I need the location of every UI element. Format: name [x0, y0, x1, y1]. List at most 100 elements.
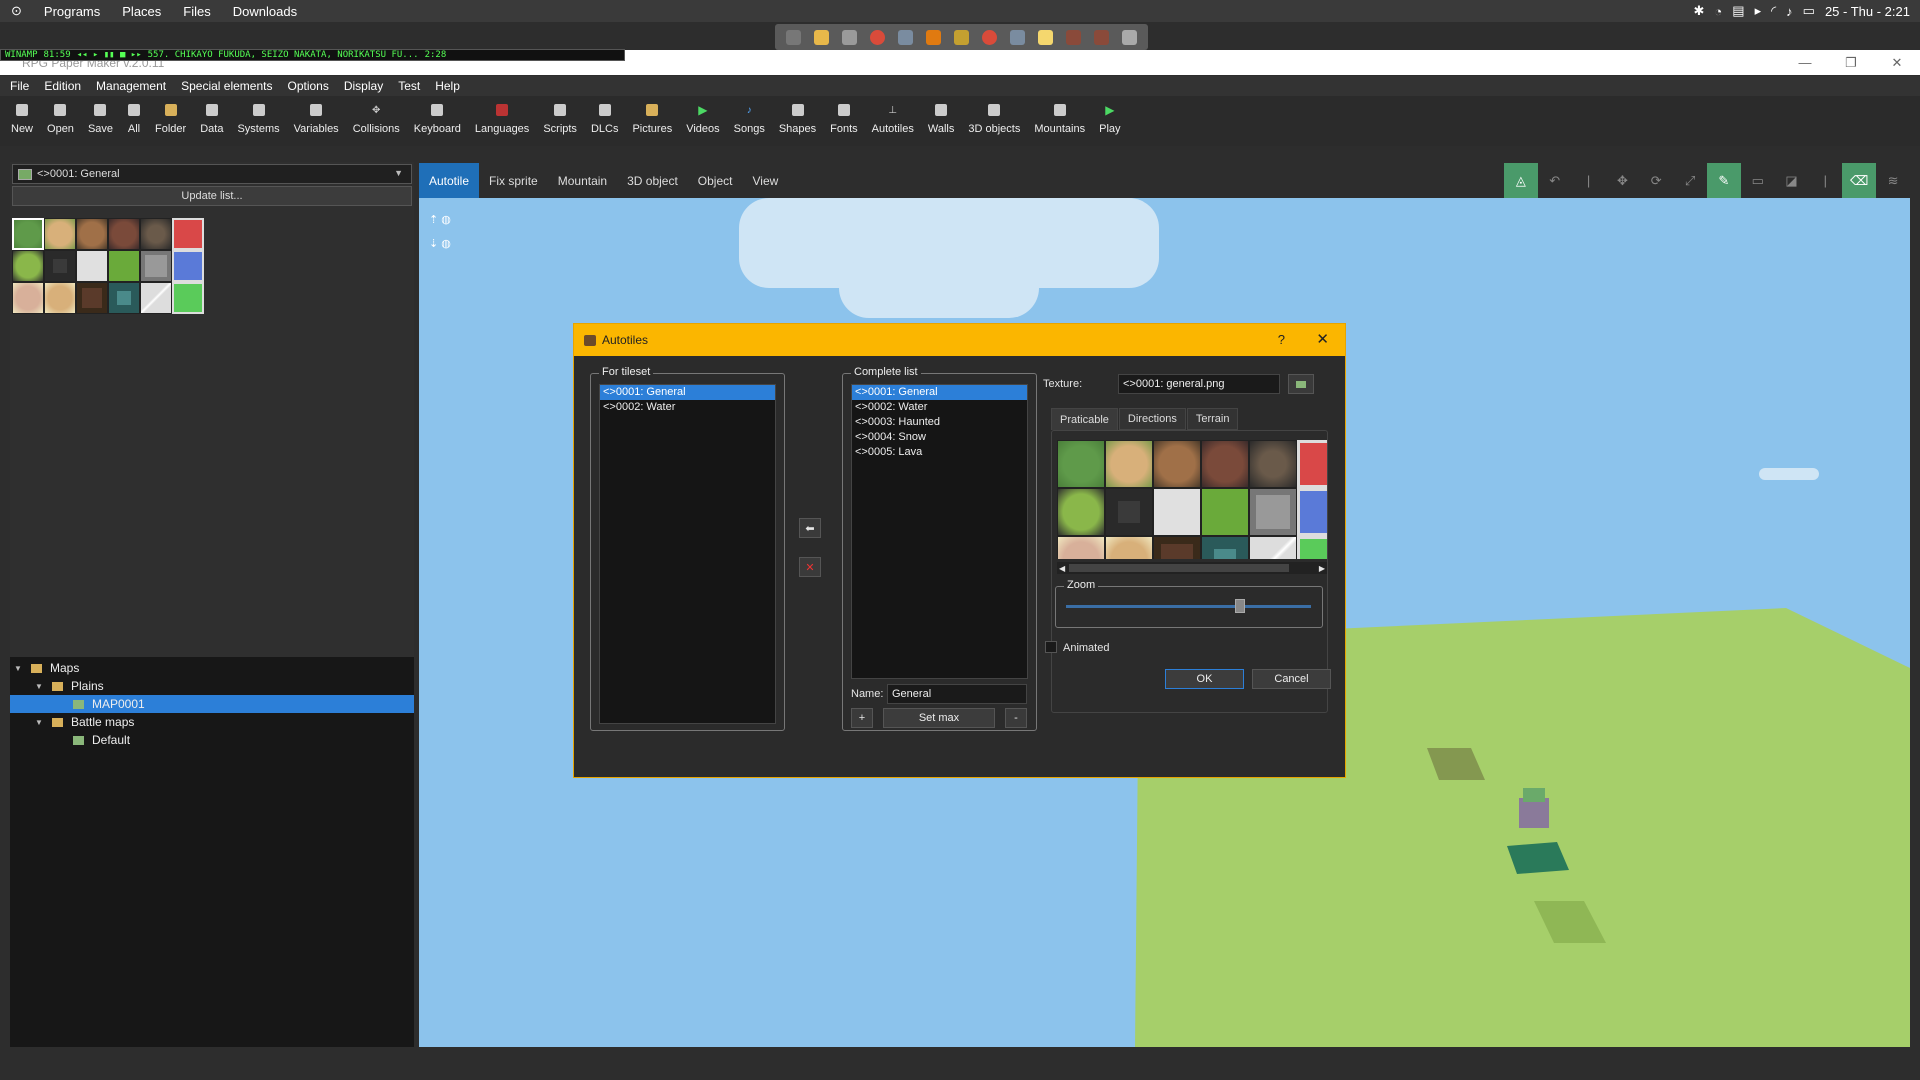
- autotiles-button[interactable]: ⊥ Autotiles: [865, 96, 921, 146]
- menu-help[interactable]: Help: [425, 79, 465, 93]
- list-item[interactable]: <>0004: Snow: [852, 430, 1027, 445]
- save-button[interactable]: Save: [81, 96, 120, 146]
- scroll-thumb[interactable]: [1069, 564, 1289, 572]
- tree-node-default[interactable]: Default: [10, 731, 414, 749]
- list-item[interactable]: <>0001: General: [852, 385, 1027, 400]
- scale-icon[interactable]: ⤢: [1673, 163, 1707, 198]
- texture-preview[interactable]: [1057, 440, 1327, 559]
- tab-autotile[interactable]: Autotile: [419, 163, 480, 198]
- set-max-button[interactable]: Set max: [883, 708, 995, 728]
- list-item[interactable]: <>0003: Haunted: [852, 415, 1027, 430]
- animated-checkbox[interactable]: [1045, 641, 1057, 653]
- wifi-icon[interactable]: ◜: [1771, 3, 1776, 19]
- clipboard-icon[interactable]: ▤: [1732, 3, 1744, 19]
- fonts-button[interactable]: Fonts: [823, 96, 865, 146]
- bluetooth-icon[interactable]: ✱: [1694, 3, 1705, 19]
- files-icon[interactable]: [813, 29, 829, 45]
- ok-button[interactable]: OK: [1165, 669, 1244, 689]
- tab-directions[interactable]: Directions: [1118, 408, 1186, 430]
- battery-icon[interactable]: ▭: [1803, 3, 1815, 19]
- chrome-icon[interactable]: [869, 29, 885, 45]
- tile-grass[interactable]: [1057, 440, 1105, 488]
- tab-3d-object[interactable]: 3D object: [617, 163, 688, 198]
- tab-terrain[interactable]: Terrain: [1186, 408, 1239, 430]
- tile-dark-dirt[interactable]: [1201, 440, 1249, 488]
- eye-icon[interactable]: [841, 29, 857, 45]
- tile-bush[interactable]: [1057, 488, 1105, 536]
- dlcs-button[interactable]: DLCs: [584, 96, 626, 146]
- pan-icon[interactable]: ◬: [1504, 163, 1538, 198]
- tile-blue-carpet[interactable]: [172, 250, 204, 282]
- tile-stone[interactable]: [1249, 488, 1297, 536]
- tab-praticable[interactable]: Praticable: [1051, 408, 1118, 430]
- remove-button[interactable]: -: [1005, 708, 1027, 728]
- texture-field[interactable]: <>0001: general.png: [1118, 374, 1280, 394]
- menu-places[interactable]: Places: [111, 4, 172, 19]
- menu-test[interactable]: Test: [388, 79, 425, 93]
- tile-pink-sand[interactable]: [12, 282, 44, 314]
- zoom-slider-handle[interactable]: [1235, 599, 1246, 613]
- for-tileset-list[interactable]: <>0001: General <>0002: Water: [599, 384, 776, 724]
- menu-special-elements[interactable]: Special elements: [171, 79, 277, 93]
- menu-downloads[interactable]: Downloads: [222, 4, 308, 19]
- layers-icon[interactable]: ≋: [1876, 163, 1910, 198]
- tree-node-map0001[interactable]: MAP0001: [10, 695, 414, 713]
- eraser-icon[interactable]: ⌫: [1842, 163, 1877, 198]
- tile-sand[interactable]: [44, 218, 76, 250]
- list-item[interactable]: <>0001: General: [600, 385, 775, 400]
- tab-object[interactable]: Object: [688, 163, 743, 198]
- chevron-down-icon[interactable]: ▼: [33, 718, 45, 727]
- menu-options[interactable]: Options: [277, 79, 333, 93]
- rotate-icon[interactable]: ⟳: [1639, 163, 1673, 198]
- cancel-button[interactable]: Cancel: [1252, 669, 1331, 689]
- winamp-controls[interactable]: ◂◂ ▸ ▮▮ ■ ▸▸: [77, 50, 142, 60]
- keyboard-button[interactable]: Keyboard: [407, 96, 468, 146]
- list-item[interactable]: <>0005: Lava: [852, 445, 1027, 460]
- tile-ice[interactable]: [1249, 536, 1297, 559]
- scroll-left-icon[interactable]: ◀: [1059, 564, 1065, 573]
- tile-beige-sand[interactable]: [1105, 536, 1153, 559]
- tile-ice[interactable]: [140, 282, 172, 314]
- folder-button[interactable]: Folder: [148, 96, 193, 146]
- activities-icon[interactable]: ⊙: [0, 3, 33, 19]
- new-button[interactable]: New: [4, 96, 40, 146]
- chevron-down-icon[interactable]: ▼: [12, 664, 24, 673]
- zoom-slider[interactable]: [1066, 605, 1311, 608]
- tile-wood[interactable]: [1153, 536, 1201, 559]
- move-left-button[interactable]: ⬅: [799, 518, 821, 538]
- tree-node-maps[interactable]: ▼ Maps: [10, 659, 414, 677]
- tile-water-block[interactable]: [1201, 536, 1249, 559]
- menu-programs[interactable]: Programs: [33, 4, 111, 19]
- tile-water-block[interactable]: [108, 282, 140, 314]
- menu-files[interactable]: Files: [172, 4, 221, 19]
- layer-up-icon[interactable]: ⇡ ◍: [429, 208, 451, 232]
- media-icon[interactable]: ▸: [1755, 3, 1762, 19]
- tree-node-plains[interactable]: ▼ Plains: [10, 677, 414, 695]
- network-icon[interactable]: ◔: [1714, 4, 1722, 19]
- shapes-button[interactable]: Shapes: [772, 96, 823, 146]
- name-field[interactable]: General: [887, 684, 1027, 704]
- remove-from-tileset-button[interactable]: ✕: [799, 557, 821, 577]
- tile-dirt[interactable]: [76, 218, 108, 250]
- menu-display[interactable]: Display: [334, 79, 388, 93]
- play-button[interactable]: ▶ Play: [1092, 96, 1127, 146]
- bug-icon[interactable]: [1066, 29, 1082, 45]
- systems-button[interactable]: Systems: [230, 96, 286, 146]
- menu-edition[interactable]: Edition: [34, 79, 86, 93]
- vlc-icon[interactable]: [925, 29, 941, 45]
- tile-rocks[interactable]: [1249, 440, 1297, 488]
- pencil-icon[interactable]: ✎: [1706, 163, 1741, 198]
- scroll-right-icon[interactable]: ▶: [1319, 564, 1325, 573]
- dock-menu-icon[interactable]: [1122, 29, 1138, 45]
- collisions-button[interactable]: ✥ Collisions: [346, 96, 407, 146]
- pictures-button[interactable]: Pictures: [625, 96, 679, 146]
- tileset-selector[interactable]: <>0001: General ▼: [12, 164, 412, 184]
- move-icon[interactable]: ✥: [1605, 163, 1639, 198]
- tree-node-battle-maps[interactable]: ▼ Battle maps: [10, 713, 414, 731]
- languages-button[interactable]: Languages: [468, 96, 536, 146]
- tile-hole[interactable]: [1105, 488, 1153, 536]
- chevron-down-icon[interactable]: ▼: [33, 682, 45, 691]
- 3d-objects-button[interactable]: 3D objects: [961, 96, 1027, 146]
- tile-green-carpet[interactable]: [172, 282, 204, 314]
- tile-dirt[interactable]: [1153, 440, 1201, 488]
